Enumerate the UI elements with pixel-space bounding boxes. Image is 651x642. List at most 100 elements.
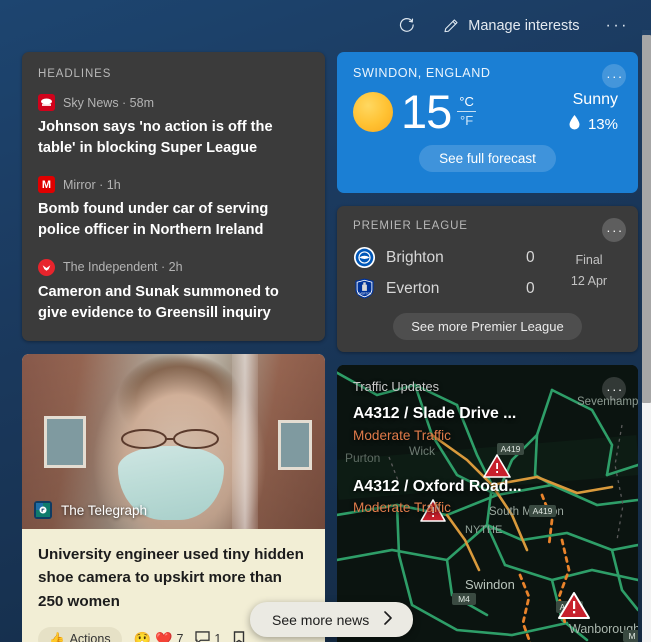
brighton-badge	[353, 246, 376, 269]
headline-title: Bomb found under car of serving police o…	[38, 201, 269, 239]
manage-interests-label: Manage interests	[468, 18, 580, 34]
heart-emoji-icon: ❤️	[155, 630, 173, 642]
pencil-icon	[442, 17, 460, 35]
feed-column-left: HEADLINES Sky News · 58m Johnson says 'n…	[22, 52, 325, 642]
comment-icon	[195, 631, 211, 642]
sun-icon	[353, 92, 393, 133]
feed-column-right: SWINDON, ENGLAND ··· 15 °C °F Sunny 13%	[337, 52, 638, 642]
traffic-status: Moderate Traffic	[353, 500, 451, 516]
premier-league-card: PREMIER LEAGUE ··· Brighton 0 EVERTON Ev…	[337, 206, 638, 352]
match-status-label: Final	[575, 253, 603, 267]
see-more-premier-league-button[interactable]: See more Premier League	[393, 313, 582, 340]
see-more-news-button[interactable]: See more news	[250, 602, 414, 637]
svg-text:EVERTON: EVERTON	[358, 292, 372, 296]
traffic-item[interactable]: A4312 / Oxford Road... Moderate Traffic	[353, 477, 622, 516]
news-photo: The Telegraph	[22, 354, 325, 530]
glasses-icon	[121, 429, 219, 450]
surprised-emoji-icon: 😲	[133, 630, 152, 642]
refresh-button[interactable]	[393, 13, 420, 40]
manage-interests-button[interactable]: Manage interests	[438, 13, 583, 39]
svg-text:M: M	[628, 631, 635, 641]
table-row: Brighton 0	[353, 242, 556, 273]
actions-button[interactable]: 👍 Actions	[38, 626, 122, 642]
headline-source: The Independent · 2h	[38, 258, 309, 276]
weather-card[interactable]: SWINDON, ENGLAND ··· 15 °C °F Sunny 13%	[337, 52, 638, 193]
humidity-value: 13%	[587, 115, 618, 133]
match-status: Final 12 Apr	[556, 242, 622, 291]
match-teams: Brighton 0 EVERTON Everton 0	[353, 242, 556, 304]
headlines-card: HEADLINES Sky News · 58m Johnson says 'n…	[22, 52, 325, 342]
premier-league-more-options-button[interactable]: ···	[602, 218, 626, 242]
headline-item[interactable]: The Independent · 2h Cameron and Sunak s…	[38, 258, 309, 323]
match-date: 12 Apr	[570, 273, 608, 288]
team-score: 0	[526, 279, 535, 297]
headline-source: M Mirror · 1h	[38, 176, 309, 194]
scrollbar-thumb[interactable]	[642, 35, 651, 403]
background-pillar	[232, 354, 258, 530]
premier-league-kicker: PREMIER LEAGUE	[353, 220, 468, 232]
traffic-updates-card[interactable]: Sevenhampton South Marston NYTHE Purton …	[337, 365, 638, 642]
headline-source-text: The Independent · 2h	[63, 260, 183, 275]
traffic-more-options-button[interactable]: ···	[602, 377, 626, 401]
background-window	[44, 416, 86, 469]
headline-source-text: Mirror · 1h	[63, 177, 121, 192]
thumbs-up-icon: 👍	[49, 631, 65, 642]
celsius-unit[interactable]: °C	[457, 94, 476, 113]
team-score: 0	[526, 248, 535, 266]
save-button[interactable]	[233, 630, 245, 642]
traffic-title: A4312 / Oxford Road...	[353, 477, 522, 495]
headline-item[interactable]: Sky News · 58m Johnson says 'no action i…	[38, 94, 309, 158]
see-more-news-label: See more news	[272, 611, 370, 628]
team-name: Everton	[386, 279, 440, 297]
weather-body: 15 °C °F Sunny 13%	[353, 85, 622, 138]
comment-reactions[interactable]: 1	[195, 631, 221, 642]
telegraph-glyph	[36, 503, 50, 518]
map-label: Swindon	[465, 577, 515, 592]
bookmark-icon	[233, 630, 245, 642]
headline-source-text: Sky News · 58m	[63, 95, 154, 110]
traffic-status: Moderate Traffic	[353, 427, 451, 443]
like-reactions[interactable]: 😲 ❤️ 7	[134, 631, 184, 642]
header-more-options-button[interactable]: ···	[602, 15, 633, 37]
sky-news-logo	[38, 94, 55, 111]
comment-count: 1	[214, 632, 222, 642]
independent-logo	[38, 258, 55, 276]
sky-glyph	[41, 98, 52, 106]
fahrenheit-unit[interactable]: °F	[457, 112, 476, 129]
like-count: 7	[176, 632, 184, 642]
actions-label: Actions	[69, 632, 111, 642]
match-summary[interactable]: Brighton 0 EVERTON Everton 0 Final 12 Ap…	[353, 242, 622, 304]
weather-location: SWINDON, ENGLAND	[353, 66, 491, 80]
feed-header: Manage interests ···	[0, 0, 651, 52]
mirror-logo: M	[38, 176, 55, 194]
weather-unit-toggle[interactable]: °C °F	[457, 94, 476, 129]
weather-more-options-button[interactable]: ···	[602, 64, 626, 88]
weather-temperature: 15	[401, 85, 452, 138]
headline-title: Cameron and Sunak summoned to give evide…	[38, 283, 279, 321]
weather-condition: Sunny	[572, 90, 618, 108]
traffic-kicker: Traffic Updates	[353, 379, 440, 394]
chevron-right-icon	[383, 611, 393, 628]
traffic-title: A4312 / Slade Drive ...	[353, 405, 517, 422]
everton-badge: EVERTON	[353, 277, 376, 300]
eagle-glyph	[42, 265, 51, 271]
headline-title: Johnson says 'no action is off the table…	[38, 119, 273, 156]
photo-source: The Telegraph	[34, 501, 147, 520]
traffic-overlay: Traffic Updates A4312 / Slade Drive ... …	[337, 365, 638, 543]
photo-news-card[interactable]: The Telegraph University engineer used t…	[22, 354, 325, 642]
headline-source: Sky News · 58m	[38, 94, 309, 111]
team-name: Brighton	[386, 248, 444, 266]
telegraph-logo	[34, 501, 52, 520]
traffic-item[interactable]: A4312 / Slade Drive ... Moderate Traffic	[353, 404, 622, 443]
refresh-icon	[397, 17, 416, 36]
weather-details: Sunny 13%	[569, 91, 622, 134]
weather-humidity: 13%	[569, 114, 618, 134]
background-window	[278, 420, 312, 471]
headlines-kicker: HEADLINES	[38, 68, 112, 80]
water-drop-icon	[569, 114, 580, 134]
see-full-forecast-button[interactable]: See full forecast	[419, 144, 556, 172]
table-row: EVERTON Everton 0	[353, 273, 556, 304]
scrollbar[interactable]	[642, 30, 651, 642]
svg-text:M4: M4	[458, 594, 470, 604]
headline-item[interactable]: M Mirror · 1h Bomb found under car of se…	[38, 176, 309, 240]
